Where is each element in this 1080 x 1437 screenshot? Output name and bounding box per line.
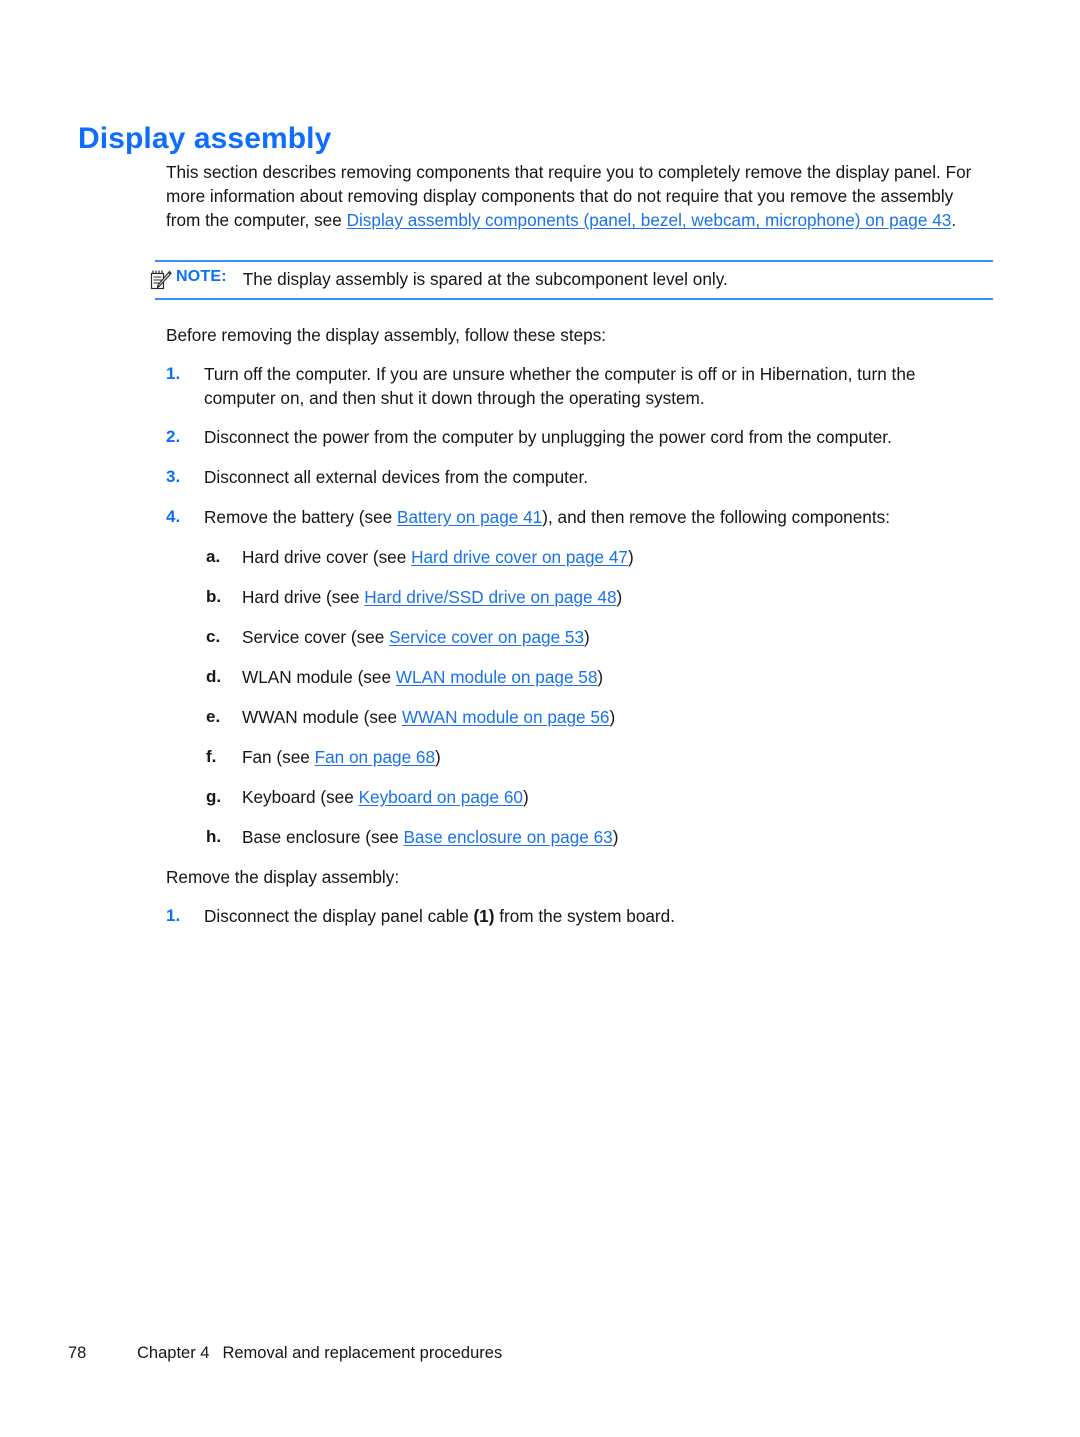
substep-item-a: a. Hard drive cover (see Hard drive cove… bbox=[206, 545, 986, 569]
substep-text: WWAN module (see WWAN module on page 56) bbox=[242, 705, 986, 729]
step-text-post: ), and then remove the following compone… bbox=[542, 507, 891, 527]
substep-text-pre: WLAN module (see bbox=[242, 667, 396, 687]
note-body: NOTE: The display assembly is spared at … bbox=[150, 262, 988, 298]
step-number: 1. bbox=[166, 906, 181, 925]
link-display-assembly-components[interactable]: Display assembly components (panel, beze… bbox=[347, 210, 952, 230]
substep-letter: a. bbox=[206, 547, 221, 566]
substep-item-d: d. WLAN module (see WLAN module on page … bbox=[206, 665, 986, 689]
substep-text-post: ) bbox=[609, 707, 616, 727]
step-item-3: 3. Disconnect all external devices from … bbox=[166, 465, 988, 489]
substep-text: WLAN module (see WLAN module on page 58) bbox=[242, 665, 986, 689]
substep-item-h: h. Base enclosure (see Base enclosure on… bbox=[206, 825, 986, 849]
substep-text: Hard drive (see Hard drive/SSD drive on … bbox=[242, 585, 986, 609]
substep-text-pre: Keyboard (see bbox=[242, 787, 359, 807]
substep-text-pre: Fan (see bbox=[242, 747, 315, 767]
substep-text-post: ) bbox=[612, 827, 619, 847]
step-text-pre: Remove the battery (see bbox=[204, 507, 397, 527]
link-service-cover[interactable]: Service cover on page 53 bbox=[389, 627, 584, 647]
link-hard-drive-ssd-drive[interactable]: Hard drive/SSD drive on page 48 bbox=[364, 587, 616, 607]
link-hard-drive-cover[interactable]: Hard drive cover on page 47 bbox=[411, 547, 628, 567]
intro-paragraph-block: This section describes removing componen… bbox=[166, 160, 988, 232]
remove-display-assembly-lead: Remove the display assembly: bbox=[166, 867, 400, 887]
step-text: Disconnect all external devices from the… bbox=[204, 467, 589, 487]
substep-text-post: ) bbox=[435, 747, 441, 767]
final-step-item-1: 1. Disconnect the display panel cable (1… bbox=[166, 904, 988, 928]
substep-text: Keyboard (see Keyboard on page 60) bbox=[242, 785, 986, 809]
final-step-text-post: from the system board. bbox=[494, 906, 675, 926]
footer-page-number: 78 bbox=[68, 1344, 87, 1362]
substep-text: Fan (see Fan on page 68) bbox=[242, 745, 986, 769]
substep-text-post: ) bbox=[616, 587, 623, 607]
note-pencil-icon bbox=[150, 269, 172, 291]
footer-chapter: Chapter 4 bbox=[137, 1344, 210, 1362]
substep-letter: d. bbox=[206, 667, 222, 686]
substep-text-post: ) bbox=[597, 667, 604, 687]
substep-letter: g. bbox=[206, 787, 222, 806]
note-text: The display assembly is spared at the su… bbox=[242, 269, 728, 289]
intro-paragraph: This section describes removing componen… bbox=[166, 160, 988, 232]
step-number: 2. bbox=[166, 427, 181, 446]
intro-text-part2: . bbox=[951, 210, 957, 230]
substep-item-b: b. Hard drive (see Hard drive/SSD drive … bbox=[206, 585, 986, 609]
document-page: Display assembly This section describes … bbox=[0, 0, 1080, 1437]
link-fan[interactable]: Fan on page 68 bbox=[315, 747, 435, 767]
callout-marker-1: (1) bbox=[473, 906, 495, 926]
step-item-2: 2. Disconnect the power from the compute… bbox=[166, 425, 988, 449]
note-label: NOTE: bbox=[176, 268, 227, 285]
footer-chapter-title: Removal and replacement procedures bbox=[222, 1344, 503, 1362]
step-number: 1. bbox=[166, 364, 181, 383]
step-text: Disconnect the power from the computer b… bbox=[204, 427, 892, 447]
step-text: Disconnect the display panel cable (1) f… bbox=[204, 904, 988, 928]
substep-letter: h. bbox=[206, 827, 222, 846]
final-step-text-pre: Disconnect the display panel cable bbox=[204, 906, 474, 926]
substep-letter: c. bbox=[206, 627, 221, 646]
substep-letter: f. bbox=[206, 747, 217, 766]
substep-text-pre: Base enclosure (see bbox=[242, 827, 404, 847]
substep-text-pre: WWAN module (see bbox=[242, 707, 402, 727]
note-bottom-rule bbox=[155, 298, 993, 300]
substep-letter: b. bbox=[206, 587, 222, 606]
page-title: Display assembly bbox=[78, 122, 332, 156]
step-item-1: 1. Turn off the computer. If you are uns… bbox=[166, 362, 988, 410]
link-wwan-module[interactable]: WWAN module on page 56 bbox=[402, 707, 610, 727]
substep-text-pre: Hard drive (see bbox=[242, 587, 365, 607]
substep-text-post: ) bbox=[627, 547, 634, 567]
substep-text: Base enclosure (see Base enclosure on pa… bbox=[242, 825, 986, 849]
step-number: 4. bbox=[166, 507, 181, 526]
substep-text-pre: Service cover (see bbox=[242, 627, 390, 647]
before-removing-lead: Before removing the display assembly, fo… bbox=[166, 325, 607, 345]
substep-item-f: f. Fan (see Fan on page 68) bbox=[206, 745, 986, 769]
substep-letter: e. bbox=[206, 707, 221, 726]
substep-text: Hard drive cover (see Hard drive cover o… bbox=[242, 545, 986, 569]
substep-item-e: e. WWAN module (see WWAN module on page … bbox=[206, 705, 986, 729]
link-base-enclosure[interactable]: Base enclosure on page 63 bbox=[403, 827, 612, 847]
step-item-4: 4. Remove the battery (see Battery on pa… bbox=[166, 505, 988, 529]
substep-text-post: ) bbox=[584, 627, 590, 647]
substep-text-post: ) bbox=[522, 787, 529, 807]
note-admonition: NOTE: The display assembly is spared at … bbox=[150, 260, 993, 300]
substep-text-pre: Hard drive cover (see bbox=[242, 547, 412, 567]
substep-text: Service cover (see Service cover on page… bbox=[242, 625, 986, 649]
link-keyboard[interactable]: Keyboard on page 60 bbox=[359, 787, 523, 807]
link-battery[interactable]: Battery on page 41 bbox=[397, 507, 542, 527]
step-text: Remove the battery (see Battery on page … bbox=[204, 505, 988, 529]
step-number: 3. bbox=[166, 467, 181, 486]
page-footer: 78 Chapter 4 Removal and replacement pro… bbox=[68, 1344, 502, 1363]
substep-item-c: c. Service cover (see Service cover on p… bbox=[206, 625, 986, 649]
link-wlan-module[interactable]: WLAN module on page 58 bbox=[396, 667, 598, 687]
step-text: Turn off the computer. If you are unsure… bbox=[204, 364, 916, 408]
substep-item-g: g. Keyboard (see Keyboard on page 60) bbox=[206, 785, 986, 809]
